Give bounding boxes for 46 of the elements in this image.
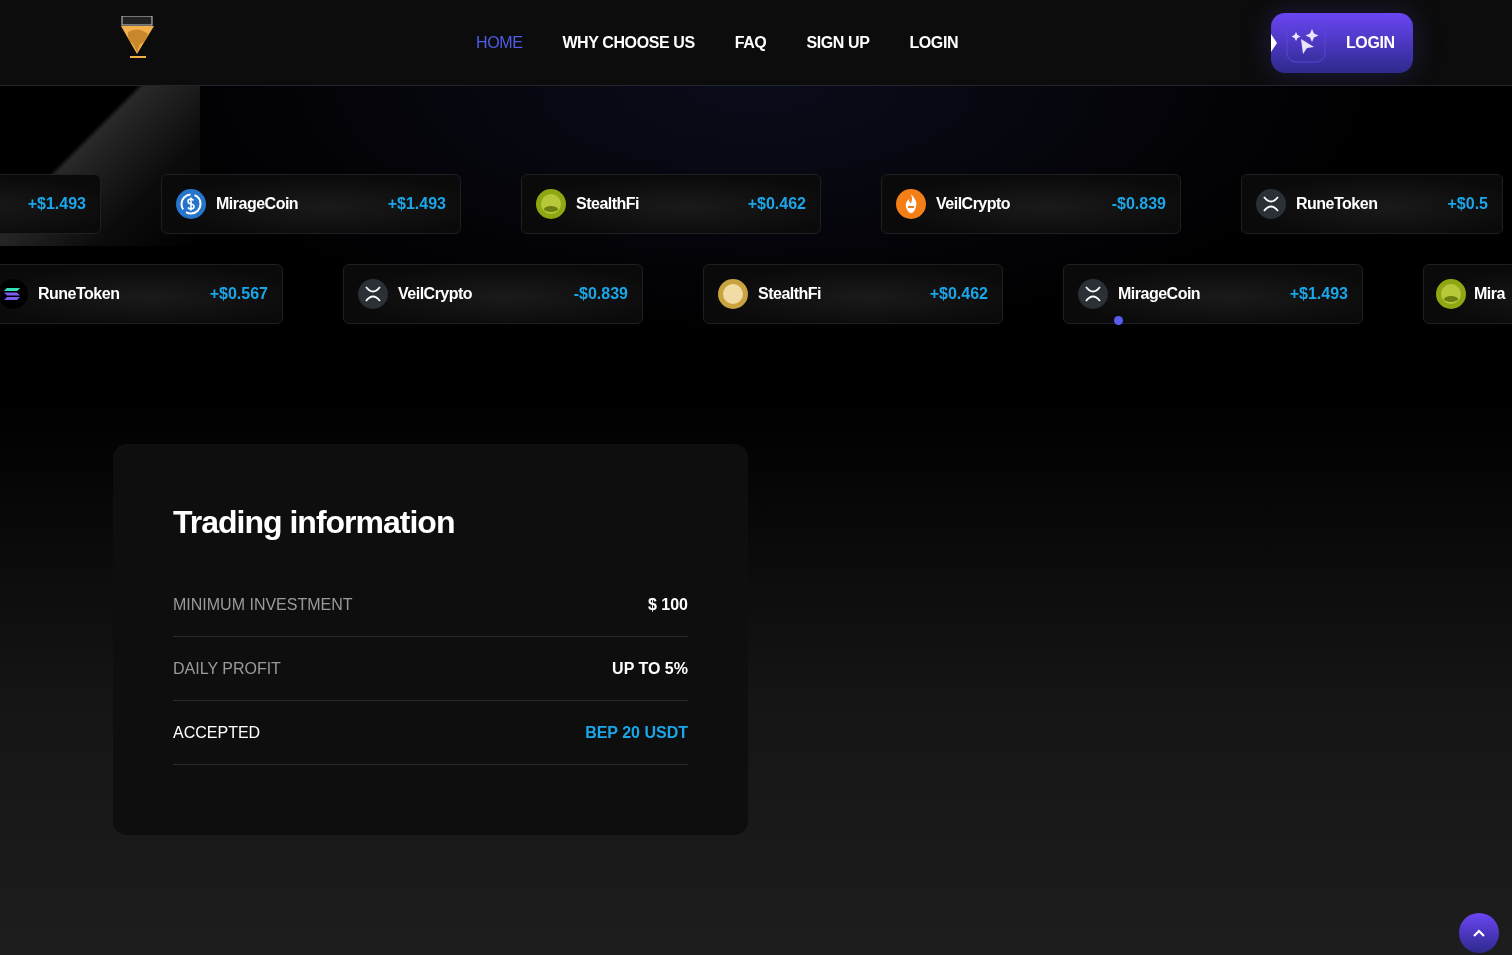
- coin-name: MirageCoin: [1118, 285, 1202, 303]
- info-value: $ 100: [647, 595, 688, 614]
- coin-name: MirageCoin: [216, 195, 300, 213]
- price-change: +$1.493: [387, 195, 446, 213]
- coin-name: RuneToken: [38, 285, 121, 303]
- coin-icon: [536, 189, 566, 219]
- nav-link[interactable]: HOME: [476, 33, 523, 52]
- nav-link[interactable]: FAQ: [734, 33, 767, 52]
- price-change: +$0.462: [929, 285, 988, 303]
- price-change: +$0.5: [1447, 195, 1488, 213]
- nav-link[interactable]: LOGIN: [909, 33, 959, 52]
- coin-name: StealthFi: [576, 195, 641, 213]
- coin-name: Mira: [1474, 285, 1507, 303]
- sparkle-cursor-icon: [1286, 22, 1326, 63]
- dollar-coin-icon: [176, 189, 206, 219]
- price-change: -$0.839: [573, 285, 628, 303]
- coin-name: RuneToken: [1296, 195, 1379, 213]
- bull-logo[interactable]: [120, 15, 156, 60]
- coin-icon: [1436, 279, 1466, 309]
- nav-link[interactable]: WHY CHOOSE US: [562, 33, 695, 52]
- info-label: DAILY PROFIT: [173, 659, 281, 678]
- coin-name: VeilCrypto: [936, 195, 1012, 213]
- chevron-up-icon: [1473, 929, 1485, 937]
- price-change: +$0.462: [747, 195, 806, 213]
- stripes-coin-icon: [0, 279, 28, 309]
- nav-link[interactable]: SIGN UP: [806, 33, 870, 52]
- arrow-icon: [1271, 33, 1277, 52]
- x-coin-icon: [1078, 279, 1108, 309]
- scroll-top-button[interactable]: [1459, 913, 1499, 953]
- price-change: +$1.493: [27, 195, 86, 213]
- price-change: +$0.567: [209, 285, 268, 303]
- x-coin-icon: [1256, 189, 1286, 219]
- info-label: ACCEPTED: [173, 723, 261, 742]
- coin-name: VeilCrypto: [398, 285, 474, 303]
- price-change: +$1.493: [1289, 285, 1348, 303]
- info-value: UP TO 5%: [612, 659, 688, 678]
- info-value: BEP 20 USDT: [585, 723, 688, 742]
- flame-coin-icon: [896, 189, 926, 219]
- coin-name: StealthFi: [758, 285, 823, 303]
- indicator-dot: [1114, 316, 1123, 325]
- info-label: MINIMUM INVESTMENT: [173, 595, 353, 614]
- login-button[interactable]: LOGIN: [1271, 12, 1413, 73]
- x-coin-icon: [358, 279, 388, 309]
- coin-icon: [718, 279, 748, 309]
- card-title: Trading information: [173, 504, 456, 541]
- price-change: -$0.839: [1111, 195, 1166, 213]
